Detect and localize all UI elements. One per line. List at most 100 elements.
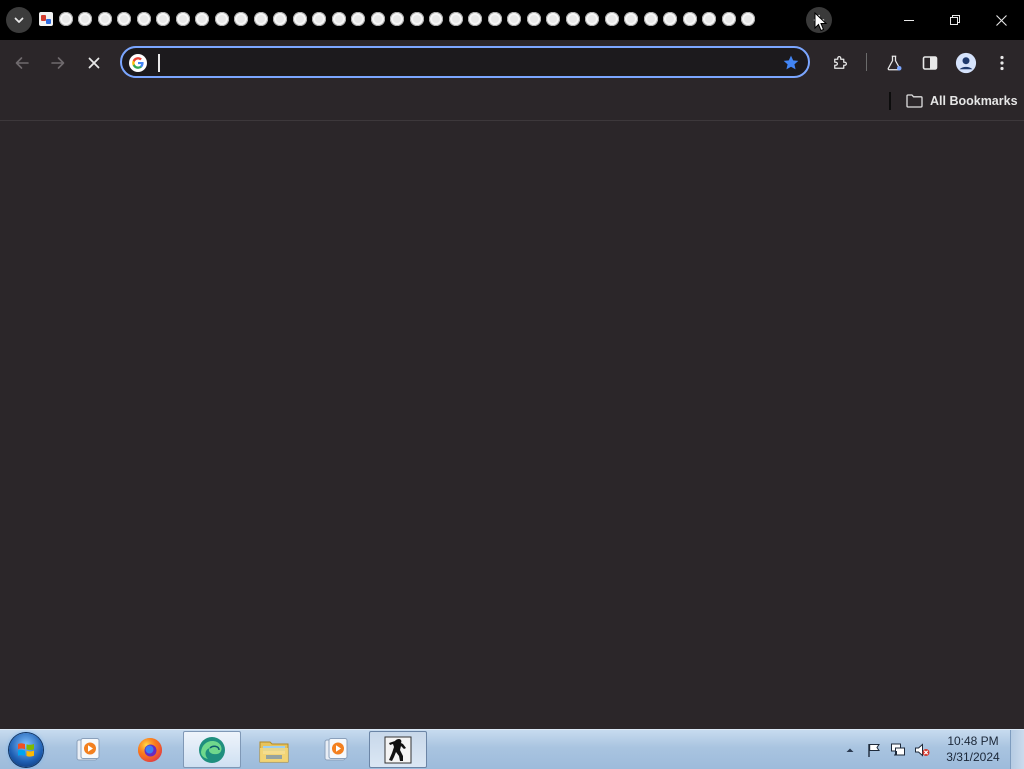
tab[interactable] [604, 12, 619, 26]
show-desktop-button[interactable] [1010, 730, 1024, 769]
browser-toolbar [0, 40, 1024, 84]
toolbar-divider [866, 53, 867, 71]
arrow-right-icon [51, 57, 65, 69]
all-bookmarks-label: All Bookmarks [930, 94, 1018, 108]
chrome-labs-button[interactable] [880, 49, 908, 77]
forward-button[interactable] [44, 49, 72, 77]
clock-date: 3/31/2024 [946, 750, 1000, 764]
file-explorer-icon [259, 741, 289, 762]
edge-icon [199, 736, 225, 763]
tab[interactable] [409, 12, 424, 26]
tab[interactable] [682, 12, 697, 26]
tab[interactable] [721, 12, 736, 26]
tab[interactable] [585, 12, 599, 26]
tab[interactable] [136, 12, 151, 26]
profile-button[interactable] [952, 49, 980, 77]
volume-muted-icon[interactable] [914, 742, 930, 758]
counter-strike-icon [384, 736, 412, 763]
taskbar-app-file-explorer[interactable] [245, 731, 303, 768]
all-bookmarks-button[interactable]: All Bookmarks [902, 90, 1022, 112]
taskbar-app-media-player[interactable] [59, 731, 117, 768]
tab-list [39, 12, 761, 26]
close-icon [995, 14, 1007, 26]
tab[interactable] [234, 12, 248, 26]
page-content [0, 121, 1024, 729]
tab[interactable] [351, 12, 365, 26]
tab[interactable] [312, 12, 326, 26]
tab[interactable] [507, 12, 521, 26]
bookmark-star-button[interactable] [781, 53, 801, 73]
back-button[interactable] [8, 49, 36, 77]
chevron-down-icon [14, 17, 24, 23]
mouse-cursor-icon [814, 12, 828, 32]
tab[interactable] [195, 12, 209, 26]
show-hidden-icons-icon[interactable] [842, 742, 858, 758]
tab[interactable] [214, 12, 229, 26]
tab[interactable] [643, 12, 658, 26]
restore-button[interactable] [932, 0, 978, 40]
minimize-button[interactable] [886, 0, 932, 40]
tab[interactable] [526, 12, 541, 26]
windows-taskbar: 10:48 PM 3/31/2024 [0, 729, 1024, 769]
tab[interactable] [292, 12, 307, 26]
folder-icon [906, 94, 923, 108]
tab[interactable] [565, 12, 580, 26]
tab-strip [0, 0, 1024, 40]
star-icon [783, 55, 799, 70]
restore-icon [950, 15, 960, 25]
tab[interactable] [370, 12, 385, 26]
side-panel-button[interactable] [916, 49, 944, 77]
taskbar-app-counter-strike[interactable] [369, 731, 427, 768]
windows-logo-icon [9, 732, 43, 767]
tab[interactable] [175, 12, 190, 26]
tab[interactable] [468, 12, 482, 26]
extensions-button[interactable] [826, 49, 854, 77]
system-tray [842, 736, 938, 764]
start-button[interactable] [6, 731, 46, 768]
stop-loading-button[interactable] [80, 49, 108, 77]
taskbar-app-media-player-2[interactable] [307, 731, 365, 768]
close-window-button[interactable] [978, 0, 1024, 40]
tab[interactable] [390, 12, 404, 26]
minimize-icon [904, 20, 914, 21]
bookmarks-bar: All Bookmarks [0, 84, 1024, 121]
address-bar[interactable] [120, 46, 810, 78]
tab[interactable] [97, 12, 112, 26]
tab[interactable] [58, 12, 73, 26]
side-panel-icon [922, 56, 938, 70]
tab[interactable] [78, 12, 92, 26]
taskbar-app-edge[interactable] [183, 731, 241, 768]
tab[interactable] [448, 12, 463, 26]
tab[interactable] [429, 12, 443, 26]
tab[interactable] [117, 12, 131, 26]
tab[interactable] [546, 12, 560, 26]
tab[interactable] [331, 12, 346, 26]
tab-search-button[interactable] [6, 7, 32, 33]
tab[interactable] [663, 12, 677, 26]
address-input[interactable] [156, 51, 756, 73]
close-icon [88, 57, 100, 69]
clock-time: 10:48 PM [947, 734, 999, 748]
action-center-flag-icon[interactable] [866, 742, 882, 758]
firefox-icon [138, 737, 162, 762]
flask-icon [887, 55, 902, 71]
taskbar-app-firefox[interactable] [121, 731, 179, 768]
avatar-icon [955, 52, 977, 74]
tab-active[interactable] [39, 12, 53, 26]
kebab-menu-icon [1000, 55, 1004, 71]
browser-menu-button[interactable] [988, 49, 1016, 77]
tab[interactable] [702, 12, 716, 26]
media-player-icon [76, 737, 100, 760]
tab[interactable] [741, 12, 755, 26]
tab[interactable] [487, 12, 502, 26]
bookmarks-divider [889, 92, 891, 110]
arrow-left-icon [15, 57, 29, 69]
tab[interactable] [624, 12, 638, 26]
taskbar-clock[interactable]: 10:48 PM 3/31/2024 [940, 733, 1006, 765]
tab[interactable] [156, 12, 170, 26]
media-player-icon [324, 737, 348, 760]
network-icon[interactable] [890, 742, 906, 758]
tab[interactable] [253, 12, 268, 26]
tab[interactable] [273, 12, 287, 26]
puzzle-icon [834, 56, 847, 69]
